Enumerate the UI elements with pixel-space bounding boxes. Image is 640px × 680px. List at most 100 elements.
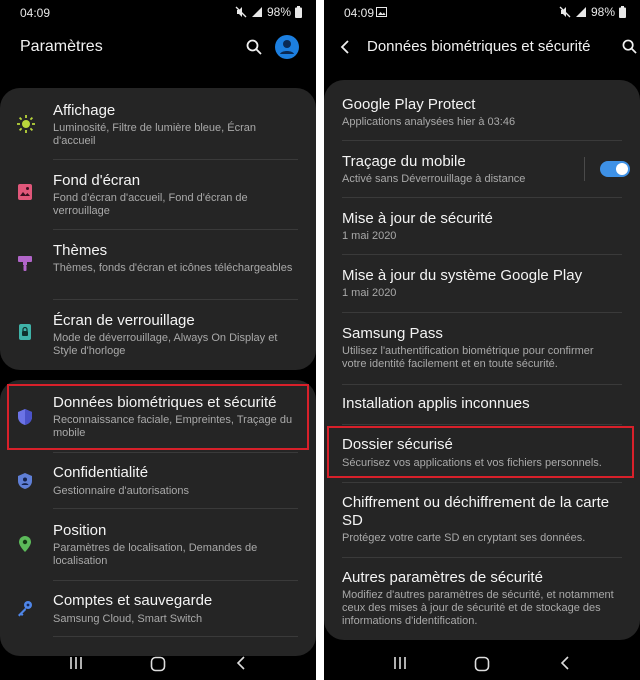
page-title: Paramètres — [20, 38, 103, 55]
security-item-label: Installation applis inconnues — [342, 395, 530, 412]
settings-item-ecran-verrouillage[interactable]: Écran de verrouillage Mode de déverrouil… — [0, 310, 316, 370]
sun-icon — [17, 115, 35, 133]
settings-item-desc: Fond d'écran d'accueil, Fond d'écran de … — [53, 192, 248, 217]
status-time: 04:09 — [344, 6, 375, 20]
battery-percent: 98% — [590, 5, 615, 19]
security-item-label: Google Play Protect — [342, 96, 476, 113]
gallery-icon — [376, 7, 387, 17]
toggle-separator — [584, 157, 585, 181]
security-item-label: Autres paramètres de sécurité — [342, 569, 543, 586]
divider — [53, 636, 298, 637]
security-item-desc: Protégez votre carte SD en cryptant ses … — [342, 532, 586, 544]
search-icon[interactable] — [246, 39, 262, 55]
highlight-frame — [7, 384, 309, 450]
highlight-frame — [327, 426, 634, 478]
security-item-label: Traçage du mobile — [342, 153, 466, 170]
divider — [342, 482, 622, 483]
signal-icon — [575, 7, 586, 17]
security-item-mise-a-jour-google-play[interactable]: Mise à jour du système Google Play 1 mai… — [324, 267, 640, 301]
security-item-samsung-pass[interactable]: Samsung Pass Utilisez l'authentification… — [324, 325, 640, 373]
back-arrow-icon[interactable] — [340, 40, 350, 54]
security-item-chiffrement-carte-sd[interactable]: Chiffrement ou déchiffrement de la carte… — [324, 494, 640, 550]
settings-item-label: Affichage — [53, 102, 116, 119]
security-item-autres-parametres[interactable]: Autres paramètres de sécurité Modifiez d… — [324, 569, 640, 631]
settings-screen: 04:09 98% Paramètres Affichage Luminosit… — [0, 0, 316, 680]
mute-icon — [559, 6, 571, 18]
divider — [53, 580, 298, 581]
navigation-bar — [324, 650, 640, 680]
search-icon[interactable] — [622, 39, 637, 54]
settings-item-desc: Mode de déverrouillage, Always On Displa… — [53, 332, 278, 357]
settings-item-label: Comptes et sauvegarde — [53, 592, 213, 609]
settings-item-desc: Samsung Cloud, Smart Switch — [53, 613, 203, 625]
divider — [53, 452, 298, 453]
security-settings-card: Google Play Protect Applications analysé… — [324, 80, 640, 640]
divider — [53, 508, 298, 509]
settings-item-label: Écran de verrouillage — [53, 312, 195, 329]
settings-item-desc: Paramètres de localisation, Demandes de … — [53, 542, 258, 567]
app-bar: Données biométriques et sécurité — [324, 30, 640, 64]
settings-item-comptes-sauvegarde[interactable]: Comptes et sauvegarde Samsung Cloud, Sma… — [0, 592, 316, 640]
security-item-label: Chiffrement ou déchiffrement de la carte… — [342, 494, 610, 529]
location-pin-icon — [19, 536, 31, 552]
avatar-icon[interactable] — [274, 34, 300, 60]
status-bar: 04:09 98% — [324, 0, 640, 26]
settings-card-display: Affichage Luminosité, Filtre de lumière … — [0, 88, 316, 370]
battery-icon — [295, 6, 302, 18]
wallpaper-icon — [18, 184, 32, 200]
settings-item-desc: Thèmes, fonds d'écran et icônes téléchar… — [53, 262, 293, 274]
security-item-desc: Activé sans Déverrouillage à distance — [342, 173, 526, 185]
security-item-desc: Modifiez d'autres paramètres de sécurité… — [342, 589, 614, 627]
settings-item-label: Confidentialité — [53, 464, 149, 481]
settings-item-label: Thèmes — [53, 242, 108, 259]
tracage-mobile-toggle[interactable] — [600, 161, 630, 177]
settings-item-desc: Gestionnaire d'autorisations — [53, 485, 190, 497]
settings-item-confidentialite[interactable]: Confidentialité Gestionnaire d'autorisat… — [0, 464, 316, 512]
divider — [342, 424, 622, 425]
battery-percent: 98% — [266, 5, 291, 19]
divider — [342, 384, 622, 385]
key-icon — [18, 601, 32, 617]
page-title: Données biométriques et sécurité — [367, 38, 591, 55]
back-nav-icon[interactable] — [236, 656, 246, 670]
settings-item-themes[interactable]: Thèmes Thèmes, fonds d'écran et icônes t… — [0, 240, 316, 302]
status-bar: 04:09 98% — [0, 0, 316, 26]
security-item-google-play-protect[interactable]: Google Play Protect Applications analysé… — [324, 96, 640, 130]
app-bar: Paramètres — [0, 30, 316, 64]
divider — [53, 159, 298, 160]
mute-icon — [235, 6, 247, 18]
security-item-desc: 1 mai 2020 — [342, 287, 397, 299]
recent-apps-icon[interactable] — [68, 656, 84, 670]
divider — [342, 557, 622, 558]
security-item-desc: Applications analysées hier à 03:46 — [342, 116, 516, 128]
settings-item-affichage[interactable]: Affichage Luminosité, Filtre de lumière … — [0, 100, 316, 162]
security-screen: 04:09 98% Données biométriques et sécuri… — [324, 0, 640, 680]
settings-item-label: Position — [53, 522, 107, 539]
security-item-desc: Utilisez l'authentification biométrique … — [342, 345, 594, 370]
battery-icon — [619, 6, 626, 18]
signal-icon — [251, 7, 262, 17]
paint-brush-icon — [18, 256, 32, 271]
privacy-shield-icon — [18, 473, 32, 489]
home-icon[interactable] — [474, 656, 490, 672]
security-item-mise-a-jour-securite[interactable]: Mise à jour de sécurité 1 mai 2020 — [324, 210, 640, 244]
security-item-installation-applis-inconnues[interactable]: Installation applis inconnues — [324, 395, 640, 417]
divider — [342, 140, 622, 141]
security-item-label: Mise à jour de sécurité — [342, 210, 493, 227]
security-item-desc: 1 mai 2020 — [342, 230, 397, 242]
divider — [53, 299, 298, 300]
settings-item-position[interactable]: Position Paramètres de localisation, Dem… — [0, 522, 316, 582]
settings-item-fond-ecran[interactable]: Fond d'écran Fond d'écran d'accueil, Fon… — [0, 170, 316, 232]
security-item-label: Samsung Pass — [342, 325, 443, 342]
home-icon[interactable] — [150, 656, 166, 672]
security-item-tracage-mobile[interactable]: Traçage du mobile Activé sans Déverrouil… — [324, 153, 640, 187]
divider — [53, 229, 298, 230]
recent-apps-icon[interactable] — [392, 656, 408, 670]
settings-item-desc: Luminosité, Filtre de lumière bleue, Écr… — [53, 122, 256, 147]
back-nav-icon[interactable] — [560, 656, 570, 670]
divider — [342, 197, 622, 198]
navigation-bar — [0, 650, 316, 680]
divider — [342, 312, 622, 313]
status-icons: 98% — [235, 5, 302, 19]
status-time: 04:09 — [20, 6, 51, 20]
